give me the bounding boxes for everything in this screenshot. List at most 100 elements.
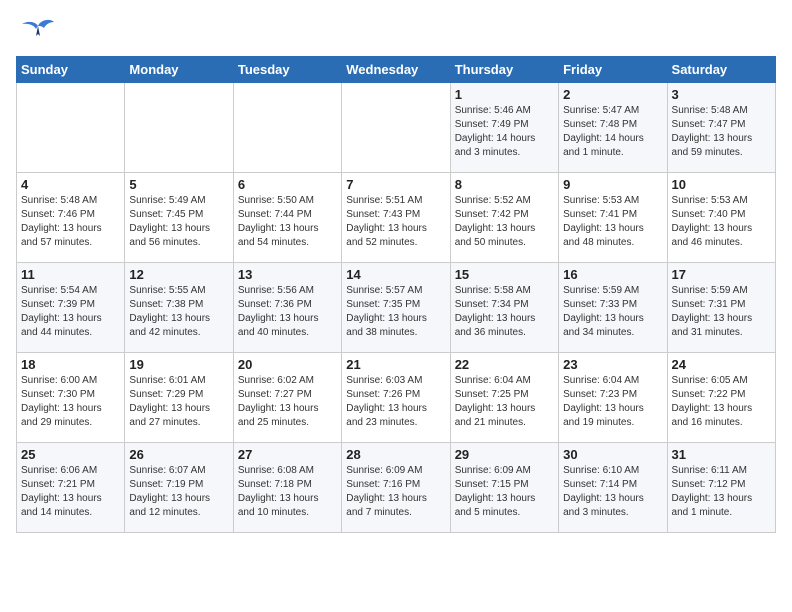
calendar-cell: 10 Sunrise: 5:53 AM Sunset: 7:40 PM Dayli… xyxy=(667,173,775,263)
day-info: Sunrise: 6:06 AM Sunset: 7:21 PM Dayligh… xyxy=(21,464,120,520)
day-info: Sunrise: 6:11 AM Sunset: 7:12 PM Dayligh… xyxy=(672,464,771,520)
day-info: Sunrise: 5:48 AM Sunset: 7:47 PM Dayligh… xyxy=(672,104,771,160)
calendar-cell: 3Sunrise: 5:48 AM Sunset: 7:47 PM Daylig… xyxy=(667,83,775,173)
day-number: 1 xyxy=(455,87,554,102)
day-number: 31 xyxy=(672,447,771,462)
calendar-week-4: 18 Sunrise: 6:00 AM Sunset: 7:30 PM Dayli… xyxy=(17,353,776,443)
calendar-cell: 25Sunrise: 6:06 AM Sunset: 7:21 PM Dayli… xyxy=(17,443,125,533)
page-header xyxy=(16,16,776,46)
calendar-cell xyxy=(125,83,233,173)
calendar-cell: 4Sunrise: 5:48 AM Sunset: 7:46 PM Daylig… xyxy=(17,173,125,263)
day-info: Sunrise: 5:56 AM Sunset: 7:36 PM Dayligh… xyxy=(238,284,337,340)
day-info: Sunrise: 6:04 AM Sunset: 7:23 PM Dayligh… xyxy=(563,374,662,430)
logo-bird-icon xyxy=(20,16,56,46)
day-number: 13 xyxy=(238,267,337,282)
day-number: 23 xyxy=(563,357,662,372)
day-info: Sunrise: 5:55 AM Sunset: 7:38 PM Dayligh… xyxy=(129,284,228,340)
calendar-cell: 16Sunrise: 5:59 AM Sunset: 7:33 PM Dayli… xyxy=(559,263,667,353)
day-number: 29 xyxy=(455,447,554,462)
day-number: 14 xyxy=(346,267,445,282)
calendar-cell xyxy=(342,83,450,173)
day-info: Sunrise: 5:53 AM Sunset: 7:41 PM Dayligh… xyxy=(563,194,662,250)
day-number: 30 xyxy=(563,447,662,462)
calendar-cell: 13 Sunrise: 5:56 AM Sunset: 7:36 PM Dayli… xyxy=(233,263,341,353)
calendar-cell: 29 Sunrise: 6:09 AM Sunset: 7:15 PM Dayli… xyxy=(450,443,558,533)
day-info: Sunrise: 5:58 AM Sunset: 7:34 PM Dayligh… xyxy=(455,284,554,340)
calendar-cell: 12 Sunrise: 5:55 AM Sunset: 7:38 PM Dayli… xyxy=(125,263,233,353)
day-info: Sunrise: 5:53 AM Sunset: 7:40 PM Dayligh… xyxy=(672,194,771,250)
day-number: 21 xyxy=(346,357,445,372)
day-number: 9 xyxy=(563,177,662,192)
day-number: 16 xyxy=(563,267,662,282)
calendar-cell: 5 Sunrise: 5:49 AM Sunset: 7:45 PM Daylig… xyxy=(125,173,233,263)
calendar-cell: 15 Sunrise: 5:58 AM Sunset: 7:34 PM Dayli… xyxy=(450,263,558,353)
logo xyxy=(16,16,56,46)
weekday-header-wednesday: Wednesday xyxy=(342,57,450,83)
calendar-cell: 28Sunrise: 6:09 AM Sunset: 7:16 PM Dayli… xyxy=(342,443,450,533)
day-number: 12 xyxy=(129,267,228,282)
day-number: 19 xyxy=(129,357,228,372)
calendar-week-1: 1 Sunrise: 5:46 AM Sunset: 7:49 PM Daylig… xyxy=(17,83,776,173)
calendar-cell: 21 Sunrise: 6:03 AM Sunset: 7:26 PM Dayli… xyxy=(342,353,450,443)
calendar-header-row: SundayMondayTuesdayWednesdayThursdayFrid… xyxy=(17,57,776,83)
day-number: 6 xyxy=(238,177,337,192)
weekday-header-monday: Monday xyxy=(125,57,233,83)
day-info: Sunrise: 5:59 AM Sunset: 7:31 PM Dayligh… xyxy=(672,284,771,340)
day-info: Sunrise: 5:49 AM Sunset: 7:45 PM Dayligh… xyxy=(129,194,228,250)
calendar-cell: 6 Sunrise: 5:50 AM Sunset: 7:44 PM Daylig… xyxy=(233,173,341,263)
day-info: Sunrise: 6:01 AM Sunset: 7:29 PM Dayligh… xyxy=(129,374,228,430)
calendar-cell: 27Sunrise: 6:08 AM Sunset: 7:18 PM Dayli… xyxy=(233,443,341,533)
day-number: 10 xyxy=(672,177,771,192)
calendar-cell: 8 Sunrise: 5:52 AM Sunset: 7:42 PM Daylig… xyxy=(450,173,558,263)
weekday-header-tuesday: Tuesday xyxy=(233,57,341,83)
day-info: Sunrise: 5:48 AM Sunset: 7:46 PM Dayligh… xyxy=(21,194,120,250)
day-info: Sunrise: 5:50 AM Sunset: 7:44 PM Dayligh… xyxy=(238,194,337,250)
weekday-header-sunday: Sunday xyxy=(17,57,125,83)
day-info: Sunrise: 6:04 AM Sunset: 7:25 PM Dayligh… xyxy=(455,374,554,430)
calendar-cell: 7 Sunrise: 5:51 AM Sunset: 7:43 PM Daylig… xyxy=(342,173,450,263)
day-info: Sunrise: 5:52 AM Sunset: 7:42 PM Dayligh… xyxy=(455,194,554,250)
day-number: 27 xyxy=(238,447,337,462)
day-number: 8 xyxy=(455,177,554,192)
day-info: Sunrise: 6:10 AM Sunset: 7:14 PM Dayligh… xyxy=(563,464,662,520)
calendar-week-2: 4Sunrise: 5:48 AM Sunset: 7:46 PM Daylig… xyxy=(17,173,776,263)
calendar-cell: 20Sunrise: 6:02 AM Sunset: 7:27 PM Dayli… xyxy=(233,353,341,443)
day-info: Sunrise: 5:57 AM Sunset: 7:35 PM Dayligh… xyxy=(346,284,445,340)
calendar-cell: 26 Sunrise: 6:07 AM Sunset: 7:19 PM Dayli… xyxy=(125,443,233,533)
calendar-cell xyxy=(17,83,125,173)
day-info: Sunrise: 6:07 AM Sunset: 7:19 PM Dayligh… xyxy=(129,464,228,520)
day-number: 11 xyxy=(21,267,120,282)
weekday-header-thursday: Thursday xyxy=(450,57,558,83)
day-number: 22 xyxy=(455,357,554,372)
calendar-cell: 2 Sunrise: 5:47 AM Sunset: 7:48 PM Daylig… xyxy=(559,83,667,173)
day-info: Sunrise: 5:46 AM Sunset: 7:49 PM Dayligh… xyxy=(455,104,554,160)
weekday-header-friday: Friday xyxy=(559,57,667,83)
day-info: Sunrise: 6:05 AM Sunset: 7:22 PM Dayligh… xyxy=(672,374,771,430)
day-number: 5 xyxy=(129,177,228,192)
day-info: Sunrise: 6:09 AM Sunset: 7:15 PM Dayligh… xyxy=(455,464,554,520)
day-number: 15 xyxy=(455,267,554,282)
calendar-week-5: 25Sunrise: 6:06 AM Sunset: 7:21 PM Dayli… xyxy=(17,443,776,533)
calendar-cell: 11 Sunrise: 5:54 AM Sunset: 7:39 PM Dayli… xyxy=(17,263,125,353)
day-number: 18 xyxy=(21,357,120,372)
calendar-table: SundayMondayTuesdayWednesdayThursdayFrid… xyxy=(16,56,776,533)
day-number: 17 xyxy=(672,267,771,282)
calendar-cell: 14 Sunrise: 5:57 AM Sunset: 7:35 PM Dayli… xyxy=(342,263,450,353)
day-info: Sunrise: 5:47 AM Sunset: 7:48 PM Dayligh… xyxy=(563,104,662,160)
calendar-cell: 22 Sunrise: 6:04 AM Sunset: 7:25 PM Dayli… xyxy=(450,353,558,443)
calendar-cell: 30 Sunrise: 6:10 AM Sunset: 7:14 PM Dayli… xyxy=(559,443,667,533)
calendar-cell: 24 Sunrise: 6:05 AM Sunset: 7:22 PM Dayli… xyxy=(667,353,775,443)
day-info: Sunrise: 6:00 AM Sunset: 7:30 PM Dayligh… xyxy=(21,374,120,430)
calendar-cell: 31 Sunrise: 6:11 AM Sunset: 7:12 PM Dayli… xyxy=(667,443,775,533)
calendar-cell: 17 Sunrise: 5:59 AM Sunset: 7:31 PM Dayli… xyxy=(667,263,775,353)
day-info: Sunrise: 5:51 AM Sunset: 7:43 PM Dayligh… xyxy=(346,194,445,250)
day-info: Sunrise: 6:03 AM Sunset: 7:26 PM Dayligh… xyxy=(346,374,445,430)
day-info: Sunrise: 6:09 AM Sunset: 7:16 PM Dayligh… xyxy=(346,464,445,520)
day-number: 7 xyxy=(346,177,445,192)
weekday-header-saturday: Saturday xyxy=(667,57,775,83)
calendar-cell: 1 Sunrise: 5:46 AM Sunset: 7:49 PM Daylig… xyxy=(450,83,558,173)
day-info: Sunrise: 5:54 AM Sunset: 7:39 PM Dayligh… xyxy=(21,284,120,340)
day-number: 2 xyxy=(563,87,662,102)
day-number: 24 xyxy=(672,357,771,372)
day-number: 26 xyxy=(129,447,228,462)
